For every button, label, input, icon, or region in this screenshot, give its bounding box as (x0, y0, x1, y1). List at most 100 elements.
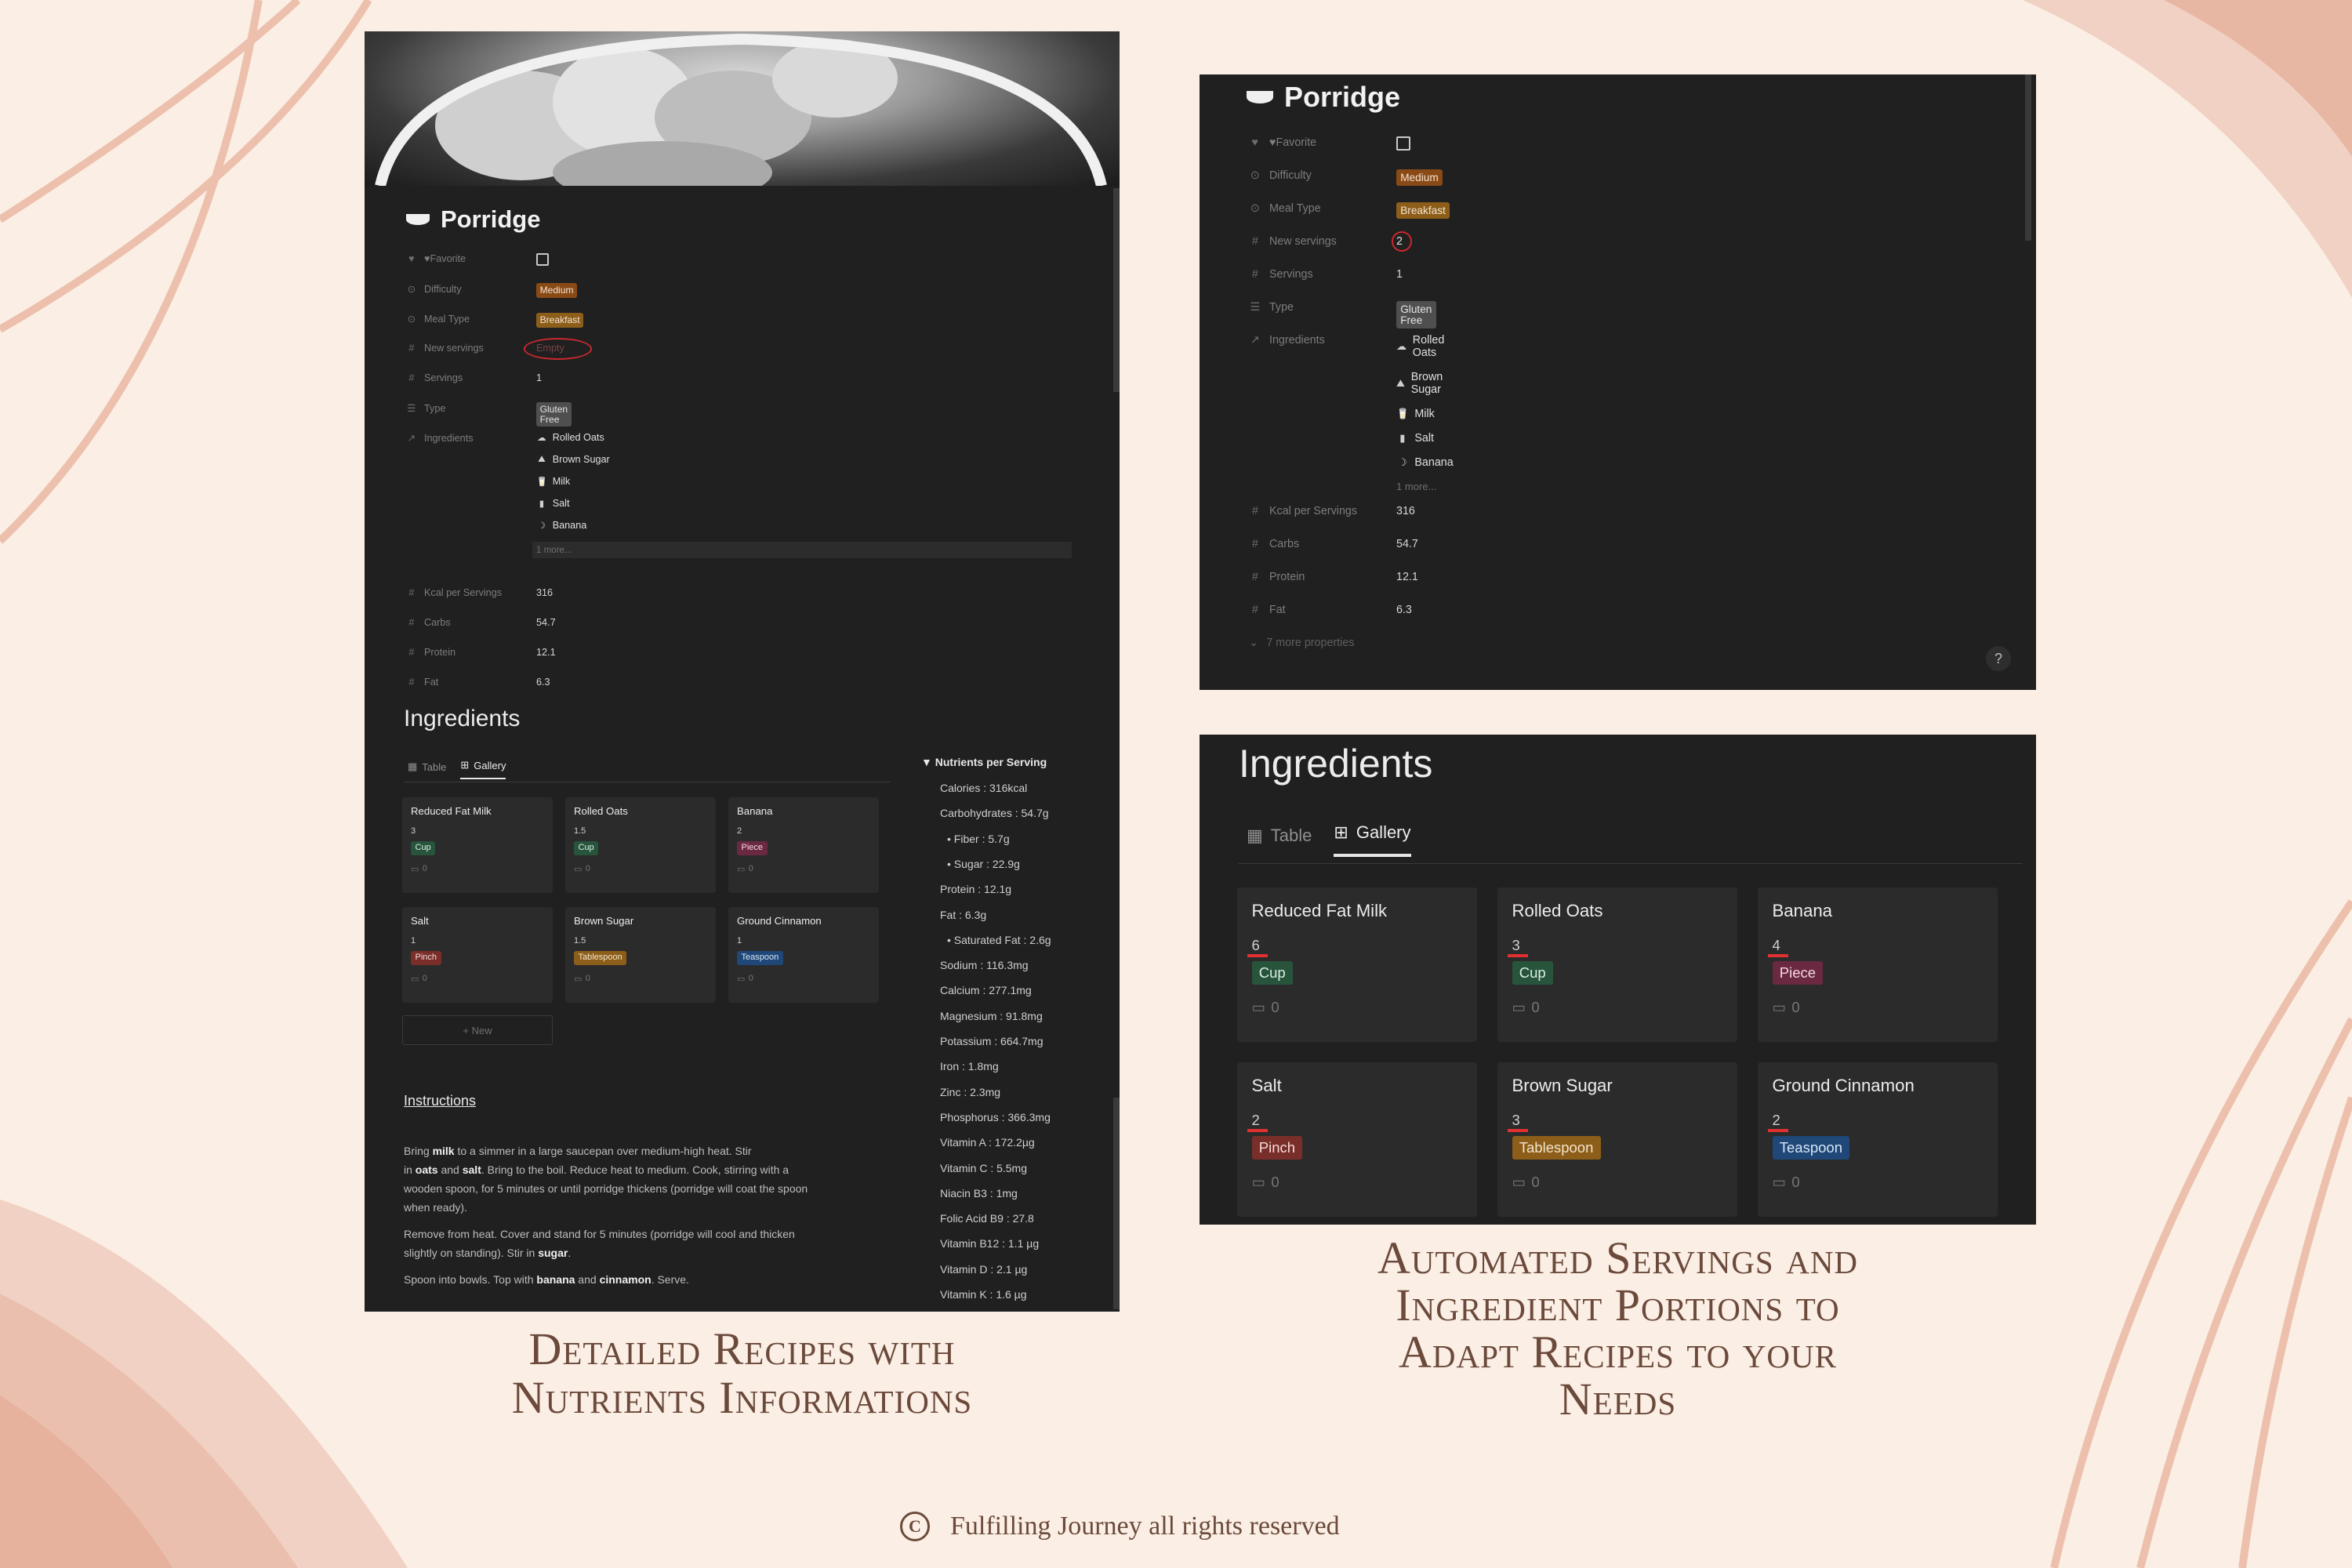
property-row-ingredients[interactable]: ↗ Ingredients ☁ Rolled Oats ⛰ Brown Sugar 🥛 Mil… (1249, 334, 1454, 492)
ingredient-card[interactable]: Reduced Fat Milk 6 Cup ▭ 0 (1237, 887, 1477, 1042)
property-value[interactable]: Gluten Free (536, 402, 572, 427)
comment-count[interactable]: ▭ 0 (1252, 999, 1279, 1016)
tab-table[interactable]: ▦ Table (408, 760, 446, 779)
help-button[interactable]: ? (1986, 646, 2011, 671)
property-row-kcal[interactable]: # Kcal per Servings 316 (1249, 505, 1415, 517)
comment-count[interactable]: ▭ 0 (1512, 999, 1540, 1016)
ingredient-link[interactable]: 🥛 Milk (536, 476, 1072, 487)
ingredient-link[interactable]: 🥛 Milk (1396, 408, 1454, 420)
comment-count[interactable]: ▭ 0 (1773, 1174, 1800, 1191)
property-row-type[interactable]: ☰ Type Gluten Free (406, 402, 572, 427)
comment-count[interactable]: ▭ 0 (1252, 1174, 1279, 1191)
ingredient-card[interactable]: Rolled Oats 3 Cup ▭ 0 (1497, 887, 1737, 1042)
favorite-checkbox[interactable] (1396, 136, 1411, 151)
tab-table[interactable]: ▦ Table (1247, 826, 1312, 857)
ingredient-card[interactable]: Salt 1 Pinch ▭ 0 (402, 907, 553, 1003)
property-row-favorite[interactable]: ♥ ♥ Favorite (406, 253, 550, 267)
property-row-new-servings[interactable]: # New servings Empty (406, 338, 593, 360)
highlight-circle (523, 338, 593, 360)
nutrient-item: Calcium : 277.1mg (940, 984, 1032, 997)
ingredient-card[interactable]: Banana 4 Piece ▭ 0 (1758, 887, 1998, 1042)
ingredient-link[interactable]: ⛰ Brown Sugar (1396, 371, 1454, 396)
ingredient-card[interactable]: Rolled Oats 1.5 Cup ▭ 0 (565, 797, 716, 893)
property-row-fat[interactable]: # Fat 6.3 (406, 677, 550, 688)
property-label: ⊙ Difficulty (406, 283, 462, 296)
favorite-checkbox[interactable] (536, 253, 550, 267)
value-new-servings[interactable]: 2 (1391, 230, 1412, 252)
new-card-button[interactable]: + New (402, 1015, 553, 1045)
property-row-protein[interactable]: # Protein 12.1 (406, 647, 555, 658)
comment-count[interactable]: ▭ 0 (411, 974, 427, 984)
card-title: Ground Cinnamon (1772, 1075, 1915, 1095)
comment-count[interactable]: ▭ 0 (1773, 999, 1800, 1016)
property-value[interactable]: Breakfast (536, 313, 584, 328)
ingredient-card[interactable]: Ground Cinnamon 1 Teaspoon ▭ 0 (728, 907, 879, 1003)
ingredient-link-label: Brown Sugar (552, 454, 610, 465)
view-tabs: ▦ Table ⊞ Gallery (408, 759, 506, 779)
ingredient-link[interactable]: ⛰ Brown Sugar (536, 454, 1072, 465)
property-row-ingredients[interactable]: ↗ Ingredients ☁ Rolled Oats ⛰ Brown Sugar 🥛 Mil… (406, 432, 1073, 559)
property-value[interactable]: Medium (536, 283, 578, 298)
property-row-carbs[interactable]: # Carbs 54.7 (1249, 538, 1418, 550)
comment-count[interactable]: ▭ 0 (1512, 1174, 1540, 1191)
empty-placeholder[interactable]: Empty (523, 338, 593, 360)
property-value[interactable]: Medium (1396, 169, 1443, 187)
property-row-protein[interactable]: # Protein 12.1 (1249, 571, 1418, 583)
ingredient-card[interactable]: Ground Cinnamon 2 Teaspoon ▭ 0 (1758, 1062, 1998, 1217)
ingredient-card[interactable]: Banana 2 Piece ▭ 0 (728, 797, 879, 893)
more-ingredients-link[interactable]: 1 more... (532, 542, 1073, 559)
property-row-type[interactable]: ☰ Type Gluten Free (1249, 301, 1436, 329)
comment-icon: ▭ (737, 864, 746, 874)
ingredient-link[interactable]: ☁ Rolled Oats (1396, 334, 1454, 359)
property-value[interactable]: Gluten Free (1396, 301, 1436, 329)
property-row-difficulty[interactable]: ⊙ Difficulty Medium (406, 283, 578, 298)
scrollbar[interactable] (2025, 74, 2031, 241)
ingredient-link[interactable]: ☽ Banana (536, 520, 1072, 531)
property-row-servings[interactable]: # Servings 1 (406, 372, 542, 383)
more-ingredients-link[interactable]: 1 more... (1396, 481, 1454, 492)
property-label: # Carbs (406, 617, 450, 628)
nutrient-item: Zinc : 2.3mg (940, 1085, 1001, 1098)
nutrient-item: Sodium : 116.3mg (940, 959, 1029, 972)
property-value[interactable] (1396, 136, 1411, 151)
nutrients-title: Nutrients per Serving (935, 756, 1047, 768)
property-label-text: Favorite (1276, 136, 1317, 149)
property-value[interactable]: Breakfast (1396, 202, 1450, 220)
page-title-text: Porridge (441, 205, 541, 233)
ingredient-link[interactable]: ☁ Rolled Oats (536, 432, 1072, 443)
comment-count[interactable]: ▭ 0 (574, 864, 590, 874)
property-row-fat[interactable]: # Fat 6.3 (1249, 604, 1412, 616)
ingredient-card[interactable]: Brown Sugar 3 Tablespoon ▭ 0 (1497, 1062, 1737, 1217)
ingredient-card[interactable]: Reduced Fat Milk 3 Cup ▭ 0 (402, 797, 553, 893)
property-row-servings[interactable]: # Servings 1 (1249, 268, 1403, 281)
ingredient-link[interactable]: ☽ Banana (1396, 456, 1454, 469)
property-value[interactable]: Empty (523, 338, 593, 360)
property-label: # Carbs (1249, 538, 1299, 550)
card-quantity: 6 (1251, 936, 1260, 953)
ingredient-card[interactable]: Salt 2 Pinch ▭ 0 (1237, 1062, 1477, 1217)
scrollbar[interactable] (1113, 188, 1120, 392)
property-row-kcal[interactable]: # Kcal per Servings 316 (406, 587, 553, 598)
property-row-meal-type[interactable]: ⊙ Meal Type Breakfast (1249, 202, 1450, 220)
tab-gallery[interactable]: ⊞ Gallery (460, 759, 506, 779)
comment-count[interactable]: ▭ 0 (411, 864, 427, 874)
property-row-carbs[interactable]: # Carbs 54.7 (406, 617, 555, 628)
scrollbar-lower[interactable] (1113, 1098, 1120, 1309)
ingredient-link[interactable]: ▮ Salt (1396, 432, 1454, 445)
property-value[interactable]: ☁ Rolled Oats ⛰ Brown Sugar 🥛 Milk ▮ Salt ☽ Banan… (1396, 334, 1454, 492)
nutrients-toggle[interactable]: ▼ Nutrients per Serving (921, 756, 1047, 768)
property-value[interactable] (536, 253, 550, 267)
comment-count[interactable]: ▭ 0 (737, 974, 753, 984)
property-row-meal-type[interactable]: ⊙ Meal Type Breakfast (406, 313, 584, 328)
property-row-new-servings[interactable]: # New servings 2 (1249, 230, 1412, 252)
property-row-favorite[interactable]: ♥ ♥ Favorite (1249, 136, 1411, 151)
more-properties-toggle[interactable]: ⌄ 7 more properties (1249, 637, 1354, 649)
property-value[interactable]: ☁ Rolled Oats ⛰ Brown Sugar 🥛 Milk ▮ Salt ☽ Banan… (532, 432, 1073, 559)
tab-gallery[interactable]: ⊞ Gallery (1334, 822, 1411, 857)
property-row-difficulty[interactable]: ⊙ Difficulty Medium (1249, 169, 1443, 187)
property-value[interactable]: 2 (1391, 230, 1412, 252)
ingredient-link[interactable]: ▮ Salt (536, 498, 1072, 509)
comment-count[interactable]: ▭ 0 (737, 864, 753, 874)
comment-count[interactable]: ▭ 0 (574, 974, 590, 984)
ingredient-card[interactable]: Brown Sugar 1.5 Tablespoon ▭ 0 (565, 907, 716, 1003)
